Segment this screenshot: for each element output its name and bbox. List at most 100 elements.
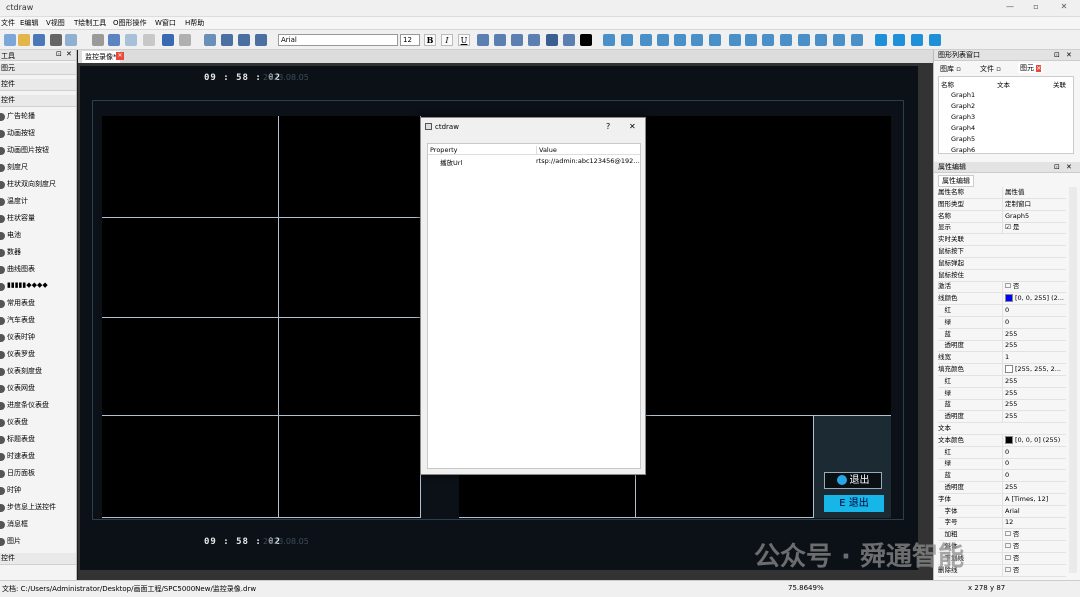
property-row[interactable]: 鼠标按下 xyxy=(938,246,1066,258)
toolbox-item[interactable]: ▮▮▮▮▮◆◆◆◆ xyxy=(0,281,76,293)
property-row[interactable]: 激活 ☐ 否 xyxy=(938,281,1066,294)
prop-editor-tab[interactable]: 属性编辑 xyxy=(938,175,974,187)
center-v-icon[interactable] xyxy=(691,34,703,46)
video-cell-9[interactable] xyxy=(645,116,891,416)
row-value[interactable]: rtsp://admin:abc123456@192... xyxy=(536,157,640,165)
maximize-button[interactable]: ▫ xyxy=(1026,2,1046,14)
layer-up-icon[interactable] xyxy=(911,34,923,46)
toolbox-item[interactable]: 柱状容量 xyxy=(0,213,76,225)
property-value[interactable]: 1 xyxy=(1002,352,1066,364)
undo-icon[interactable] xyxy=(162,34,174,46)
toolbox-item[interactable]: 步信息上送控件 xyxy=(0,502,76,514)
graph-list-item[interactable]: Graph4 xyxy=(951,124,975,132)
property-value[interactable]: ☑ 是 xyxy=(1002,222,1066,234)
toolbox-item[interactable]: 仪表盘 xyxy=(0,417,76,429)
video-cell-8[interactable] xyxy=(279,416,421,518)
property-value[interactable]: 255 xyxy=(1002,411,1066,423)
property-row[interactable]: 线宽 1 xyxy=(938,352,1066,365)
property-row[interactable]: 红 255 xyxy=(938,375,1066,388)
video-cell-3[interactable] xyxy=(102,218,279,318)
print-icon[interactable] xyxy=(50,34,62,46)
align-middle-icon[interactable] xyxy=(546,34,558,46)
graph-list-item[interactable]: Graph2 xyxy=(951,102,975,110)
property-value[interactable]: ☐ 否 xyxy=(1002,564,1066,576)
close-icon[interactable]: ✕ xyxy=(1066,162,1072,173)
align-top-icon[interactable] xyxy=(528,34,540,46)
menu-edit[interactable]: E编辑 xyxy=(20,18,38,28)
tab-document[interactable]: 监控录像* xyxy=(82,51,120,63)
toolbox-item[interactable]: 电池 xyxy=(0,230,76,242)
video-cell-2[interactable] xyxy=(279,116,421,218)
tab-primitive[interactable]: 图元 ✕ xyxy=(1018,63,1044,73)
font-size-select[interactable]: 12 xyxy=(400,34,420,46)
save-icon[interactable] xyxy=(33,34,45,46)
spacing-v-icon[interactable] xyxy=(815,34,827,46)
underline-button[interactable]: U xyxy=(458,34,470,46)
close-window-button[interactable]: ✕ xyxy=(1054,2,1074,14)
property-row[interactable]: 绿0 xyxy=(938,458,1066,471)
video-cell-5[interactable] xyxy=(102,318,279,416)
property-value[interactable]: 255 xyxy=(1002,387,1066,399)
exit-button-1[interactable]: 退出 xyxy=(824,472,882,489)
toolbox-item[interactable]: 图片 xyxy=(0,536,76,548)
toolbox-item[interactable]: 广告轮播 xyxy=(0,111,76,123)
property-row[interactable]: 红0 xyxy=(938,305,1066,317)
property-value[interactable]: ☐ 否 xyxy=(1002,281,1066,293)
spacing-h-icon[interactable] xyxy=(798,34,810,46)
align-center-icon[interactable] xyxy=(494,34,506,46)
tab-file[interactable]: 文件 ▫ xyxy=(980,64,1001,74)
zoom-fit-icon[interactable] xyxy=(255,34,267,46)
property-row[interactable]: 线颜色 [0, 0, 255] (2... xyxy=(938,293,1066,306)
property-value[interactable]: 255 xyxy=(1002,375,1066,387)
property-row[interactable]: 显示 ☑ 是 xyxy=(938,222,1066,235)
toolbox-item[interactable]: 仪表罗盘 xyxy=(0,349,76,361)
toolbox-category[interactable]: 控件 xyxy=(0,553,76,565)
property-value[interactable]: 0 xyxy=(1002,316,1066,328)
property-row[interactable]: 透明度 255 xyxy=(938,482,1066,494)
prop-scrollbar[interactable] xyxy=(1069,187,1077,573)
toolbox-category[interactable]: 控件 xyxy=(0,79,76,91)
tab-close-icon[interactable]: ✕ xyxy=(116,52,124,60)
menu-view[interactable]: V视图 xyxy=(46,18,65,28)
center-h-icon[interactable] xyxy=(674,34,686,46)
property-row[interactable]: 名称 Graph5 xyxy=(938,210,1066,223)
menu-draw-tools[interactable]: T绘制工具 xyxy=(74,18,106,28)
print-preview-icon[interactable] xyxy=(65,34,77,46)
flip-h-icon[interactable] xyxy=(709,34,721,46)
property-row[interactable]: 鼠标按住 xyxy=(938,270,1066,282)
toolbox-item[interactable]: 温度计 xyxy=(0,196,76,208)
close-icon[interactable]: ✕ xyxy=(1066,50,1072,61)
toolbox-item[interactable]: 时速表盘 xyxy=(0,451,76,463)
property-row[interactable]: 文本颜色 [0, 0, 0] (255) xyxy=(938,434,1066,447)
toolbox-item[interactable]: 标题表盘 xyxy=(0,434,76,446)
graph-list-item[interactable]: Graph6 xyxy=(951,146,975,154)
property-value[interactable]: 0 xyxy=(1002,470,1066,482)
property-value[interactable]: 属性值 xyxy=(1002,187,1066,198)
property-value[interactable]: A [Times, 12] xyxy=(1002,493,1066,505)
font-family-select[interactable]: Arial xyxy=(278,34,398,46)
table-row[interactable]: 播放Url rtsp://admin:abc123456@192... xyxy=(428,156,640,167)
copy-icon[interactable] xyxy=(92,34,104,46)
property-value[interactable]: 0 xyxy=(1002,446,1066,458)
video-cell-7[interactable] xyxy=(102,416,279,518)
toolbox-category[interactable]: 图元 xyxy=(0,63,76,75)
align-right-icon[interactable] xyxy=(511,34,523,46)
graph-list-item[interactable]: Graph3 xyxy=(951,113,975,121)
dialog-close-button[interactable]: ✕ xyxy=(629,122,636,131)
property-row[interactable]: 实时关联 xyxy=(938,234,1066,247)
send-back-icon[interactable] xyxy=(893,34,905,46)
bold-button[interactable]: B xyxy=(424,34,436,46)
toolbox-item[interactable]: 曲线图表 xyxy=(0,264,76,276)
property-row[interactable]: 文本 xyxy=(938,423,1066,435)
group-icon[interactable] xyxy=(833,34,845,46)
pin-icon[interactable]: ⊡ xyxy=(56,50,62,58)
property-value[interactable]: 255 xyxy=(1002,399,1066,411)
property-row[interactable]: 蓝 255 xyxy=(938,328,1066,341)
toolbox-item[interactable]: 常用表盘 xyxy=(0,298,76,310)
video-cell-4[interactable] xyxy=(279,218,421,318)
property-value[interactable]: 0 xyxy=(1002,458,1066,470)
property-value[interactable]: Arial xyxy=(1002,505,1066,517)
property-row[interactable]: 透明度 255 xyxy=(938,411,1066,424)
new-file-icon[interactable] xyxy=(4,34,16,46)
property-value[interactable]: Graph5 xyxy=(1002,210,1066,222)
